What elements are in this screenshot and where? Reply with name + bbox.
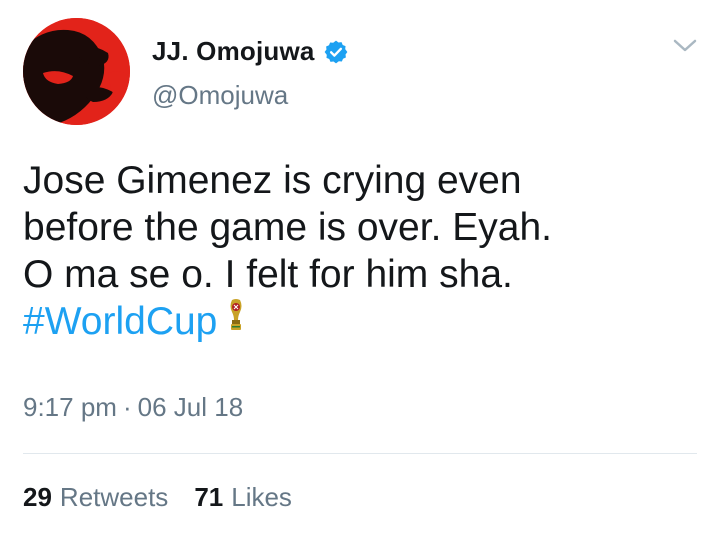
author-display-name[interactable]: JJ. Omojuwa	[152, 36, 315, 67]
timestamp-separator: ·	[122, 392, 132, 422]
author-name-row[interactable]: JJ. Omojuwa	[152, 36, 349, 67]
tweet-date: 06 Jul 18	[137, 392, 244, 422]
tweet-timestamp[interactable]: 9:17 pm · 06 Jul 18	[23, 392, 243, 423]
avatar-portrait-graphic	[23, 18, 130, 125]
author-handle[interactable]: @Omojuwa	[152, 80, 288, 111]
tweet-text-line: Jose Gimenez is crying even	[23, 159, 522, 202]
retweets-stat[interactable]: 29 Retweets	[23, 482, 168, 513]
tweet-time: 9:17 pm	[23, 392, 117, 422]
retweets-label: Retweets	[59, 482, 169, 512]
likes-label: Likes	[231, 482, 292, 512]
chevron-down-icon[interactable]	[672, 36, 698, 56]
hashtag-line: #WorldCup	[23, 298, 703, 345]
likes-stat[interactable]: 71 Likes	[194, 482, 292, 513]
world-cup-trophy-icon	[228, 298, 244, 334]
divider	[23, 453, 697, 454]
likes-count: 71	[194, 482, 224, 512]
tweet-stats: 29 Retweets 71 Likes	[23, 482, 292, 513]
hashtag-link[interactable]: #WorldCup	[23, 300, 217, 343]
tweet-text-line: before the game is over. Eyah.	[23, 206, 552, 249]
tweet-text-line: O ma se o. I felt for him sha.	[23, 253, 513, 296]
author-avatar[interactable]	[23, 18, 130, 125]
retweets-count: 29	[23, 482, 52, 512]
verified-badge-icon	[323, 39, 349, 65]
tweet-text: Jose Gimenez is crying even before the g…	[23, 157, 703, 345]
